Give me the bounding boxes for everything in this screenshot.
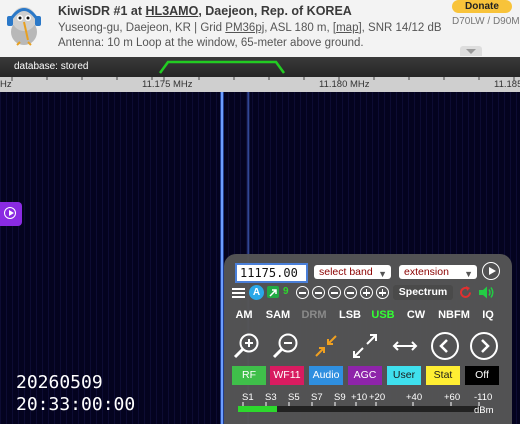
swap-button[interactable] [390,331,420,361]
chevron-left-icon [439,339,448,353]
plus-icon [381,289,384,296]
smeter-unit: dBm [474,405,494,416]
freq-label: 11.175 MHz [142,79,193,90]
scale-ticks [11,77,515,81]
smeter-ticks [242,402,480,406]
kiwi-logo-icon [7,7,41,46]
play-icon [9,210,14,216]
donate-button[interactable]: Donate [452,0,512,13]
zoom-fit-button[interactable] [311,331,341,361]
minus-icon [347,292,354,294]
callsign-link[interactable]: HL3AMO [146,4,199,18]
location-mid: , ASL 180 m, [ [264,22,337,34]
count-badge: 9 [283,286,289,297]
volume-icon[interactable] [478,285,496,300]
zoom-in-button[interactable] [232,331,262,361]
freq-label: 11.180 MHz [319,79,370,90]
passband-outline [158,60,286,74]
expand-badge-icon[interactable] [267,286,279,298]
tab-audio-button[interactable]: Audio [309,366,343,385]
spectrum-button[interactable]: Spectrum [393,285,453,300]
tab-user-button[interactable]: User [387,366,421,385]
location-line: Yuseong-gu, Daejeon, KR | Grid PM36pj, A… [58,22,442,34]
a-badge-button[interactable]: A [249,285,264,300]
smeter-level [238,406,277,412]
chevron-down-icon [466,49,476,54]
prev-button[interactable] [431,332,459,360]
minus-icon [315,292,322,294]
database-status: database: stored [14,61,89,72]
chevron-right-icon [481,339,490,353]
date-text: 20260509 [16,372,103,393]
tab-stat-button[interactable]: Stat [426,366,460,385]
top-bar: KiwiSDR #1 at HL3AMO, Daejeon, Rep. of K… [0,0,520,57]
compress-icon [315,335,337,357]
zoom-out-icon [272,333,298,359]
mode-am-button[interactable]: AM [232,307,256,324]
chevron-down-icon: ▼ [378,269,387,279]
mode-lsb-button[interactable]: LSB [336,307,364,324]
step-up-small-button[interactable] [360,286,373,299]
step-up-button[interactable] [376,286,389,299]
swap-arrows-icon [392,341,418,351]
tab-off-button[interactable]: Off [465,366,499,385]
extension-select[interactable]: extension ▼ [399,265,477,279]
mode-nbfm-button[interactable]: NBFM [435,307,473,324]
time-text: 20:33:00:00 [16,394,136,415]
zoom-max-button[interactable] [350,331,380,361]
freq-label: 11.185 [494,79,520,90]
mode-sam-button[interactable]: SAM [263,307,293,324]
mode-drm-button[interactable]: DRM [299,307,329,324]
band-select[interactable]: select band ▼ [314,265,391,279]
mode-iq-button[interactable]: IQ [477,307,499,324]
minus-icon [299,292,306,294]
mode-usb-button[interactable]: USB [369,307,397,324]
play-icon [489,266,496,275]
play-button[interactable] [482,262,500,280]
receiver-code: D70LW / D90M [452,16,520,27]
frequency-input[interactable]: 11175.00 [235,263,308,283]
tab-wf11-button[interactable]: WF11 [270,366,304,385]
extension-select-value: extension [404,266,449,278]
zoom-out-big-button[interactable] [271,331,301,361]
hamburger-icon[interactable] [232,287,245,299]
title-suffix: , Daejeon, Rep. of KOREA [198,4,352,18]
grid-link[interactable]: PM36pj [225,22,264,34]
plus-icon [365,289,368,296]
next-button[interactable] [470,332,498,360]
band-select-value: select band [319,266,373,278]
zoom-in-icon [233,333,259,359]
zoom-out-max-button[interactable] [296,286,309,299]
location-suffix: ], SNR 14/12 dB [358,22,442,34]
step-down-small-button[interactable] [344,286,357,299]
chevron-down-icon: ▼ [464,269,473,279]
freq-label: Hz [0,79,12,90]
step-down-button[interactable] [328,286,341,299]
antenna-info: Antenna: 10 m Loop at the window, 65-met… [58,37,364,49]
tab-rf-button[interactable]: RF [232,366,266,385]
map-link[interactable]: map [336,22,358,34]
refresh-icon[interactable] [458,285,473,300]
receiver-title: KiwiSDR #1 at HL3AMO, Daejeon, Rep. of K… [58,4,352,18]
minus-icon [331,292,338,294]
expand-icon [353,334,377,358]
zoom-out-button[interactable] [312,286,325,299]
tab-agc-button[interactable]: AGC [348,366,382,385]
waterfall-timestamp: 20260509 20:33:00:00 [16,372,135,416]
left-panel-toggle-button[interactable] [0,202,22,226]
mode-cw-button[interactable]: CW [403,307,429,324]
location-prefix: Yuseong-gu, Daejeon, KR | Grid [58,22,226,34]
title-prefix: KiwiSDR #1 at [58,4,146,18]
